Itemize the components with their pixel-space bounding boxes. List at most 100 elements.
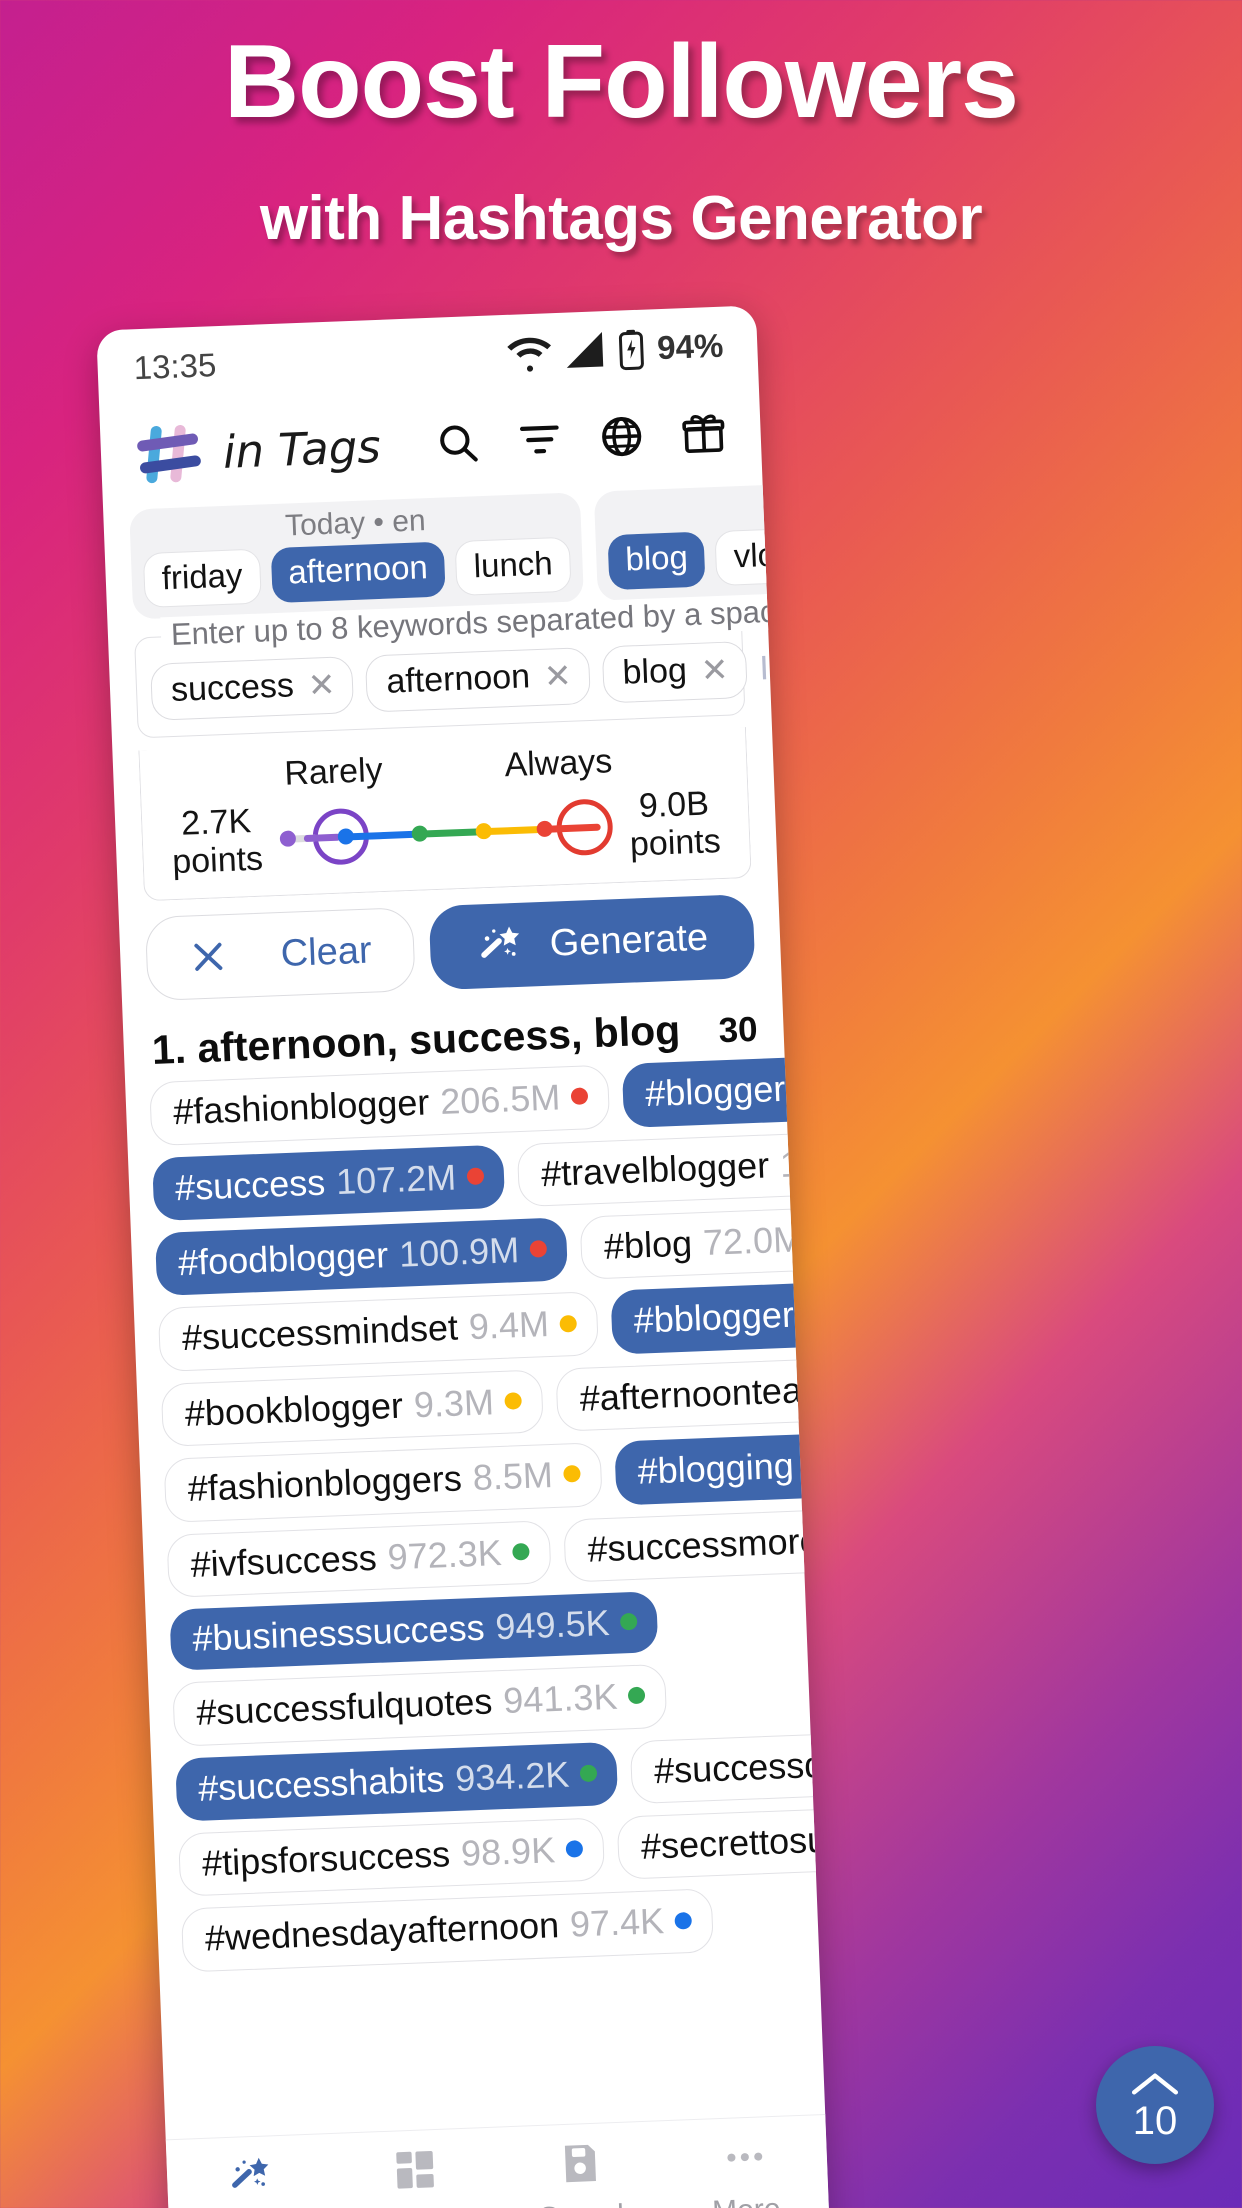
suggestion-chip[interactable]: lunch — [454, 536, 572, 596]
hashtag-label: #blogging — [636, 1444, 795, 1492]
chevron-up-icon — [1131, 2073, 1179, 2095]
popularity-dot — [579, 1764, 598, 1783]
globe-icon[interactable] — [598, 413, 646, 461]
hashtag-chip[interactable]: #afternoontea 8.6M — [555, 1353, 831, 1432]
keyword-tag[interactable]: afternoon ✕ — [365, 647, 591, 713]
suggestion-chip[interactable]: blog — [607, 531, 706, 591]
keyword-tag[interactable]: blog ✕ — [601, 640, 748, 704]
search-icon[interactable] — [434, 419, 482, 467]
hashtag-chip[interactable]: #blogging 8.2M — [614, 1429, 831, 1506]
hashtag-chip[interactable]: #fashionblogger 206.5M — [149, 1064, 611, 1146]
slider-right-points-value: 9.0B — [638, 784, 710, 826]
hashtag-chip[interactable]: #wednesdayafternoon 97.4K — [180, 1888, 715, 1973]
keyword-tag-row: success ✕ afternoon ✕ blog ✕ Input here — [150, 640, 831, 721]
hashtag-chip[interactable]: #successmore 958.6K — [563, 1502, 831, 1583]
hashtag-chip[interactable]: #fashionbloggers 8.5M — [163, 1442, 603, 1523]
hashtag-row: #wednesdayafternoon 97.4K — [180, 1886, 795, 1973]
hashtag-label: #blog — [603, 1222, 693, 1267]
keyword-tag-label: afternoon — [385, 657, 531, 701]
magic-wand-icon — [226, 2152, 274, 2205]
hashtag-row: #success 107.2M #travelblogger 102.8M — [152, 1127, 831, 1222]
slider-right-points-unit: points — [629, 822, 722, 864]
keyword-tag[interactable]: success ✕ — [150, 656, 355, 721]
popularity-dot — [466, 1167, 485, 1185]
hashtag-list: #fashionblogger 206.5M #blogger 161.9M #succ… — [149, 1051, 831, 1973]
slider-track[interactable] — [275, 789, 616, 876]
keyword-remove-icon[interactable]: ✕ — [543, 657, 572, 695]
hashtag-count: 100.9M — [398, 1229, 520, 1275]
popularity-slider-card[interactable]: Rarely Always 2.7K points 9.0B points — [138, 727, 752, 902]
status-time: 13:35 — [132, 346, 217, 387]
hashtag-label: #businesssuccess — [191, 1606, 486, 1659]
hashtag-count: 9.3M — [413, 1380, 495, 1425]
suggestion-chip[interactable]: vine — [822, 523, 831, 582]
keyword-remove-icon[interactable]: ✕ — [307, 666, 336, 704]
gift-icon[interactable] — [680, 410, 728, 458]
nav-item-label: Category — [355, 2204, 478, 2208]
more-dots-icon — [720, 2133, 768, 2186]
wifi-icon — [507, 337, 551, 372]
nav-item-label: Saved — [538, 2199, 624, 2208]
hashtag-row: #bookblogger 9.3M #afternoontea 8.6M — [160, 1353, 831, 1448]
popularity-dot — [565, 1840, 584, 1858]
slider-tick-dot — [411, 825, 429, 842]
hashtag-chip[interactable]: #bblogger 9.4M — [610, 1278, 831, 1355]
hashtag-chip[interactable]: #ivfsuccess 972.3K — [166, 1519, 552, 1598]
hashtag-row: #successmindset 9.4M #bblogger 9.4M — [157, 1278, 831, 1372]
hashtag-label: #tipsforsuccess — [201, 1833, 451, 1884]
hero-subtitle: with Hashtags Generator — [259, 184, 983, 254]
clear-button[interactable]: Clear — [144, 907, 416, 1002]
nav-item-label: More — [712, 2193, 782, 2208]
nav-item-generator[interactable]: Generator — [166, 2150, 334, 2208]
hashtag-chip[interactable]: #successhabits 934.2K — [175, 1741, 619, 1822]
keyword-input-card[interactable]: Enter up to 8 keywords separated by a sp… — [134, 592, 831, 739]
hashtag-label: #wednesdayafternoon — [204, 1904, 560, 1960]
phone-mockup: 13:35 94% in Tags Today • en friday afte… — [96, 305, 831, 2208]
keyword-tag-label: success — [170, 666, 295, 710]
popularity-dot — [813, 1229, 831, 1247]
action-row: Clear Generate — [144, 894, 756, 1002]
generate-button-label: Generate — [548, 916, 709, 965]
hashtag-chip[interactable]: #tipsforsuccess 98.9K — [178, 1817, 606, 1898]
scroll-to-top-fab[interactable]: 10 — [1096, 2046, 1214, 2164]
hashtag-count: 107.2M — [335, 1156, 457, 1202]
bottom-navigation: Generator Category Saved More — [165, 2113, 831, 2208]
keyword-input-placeholder[interactable]: Input here — [759, 644, 831, 689]
hashtag-label: #fashionblogger — [172, 1081, 431, 1133]
slider-left-label: Rarely — [283, 751, 384, 793]
suggestion-chip[interactable]: afternoon — [270, 541, 446, 604]
hashtag-count: 98.9K — [460, 1829, 556, 1874]
hashtag-count: 941.3K — [502, 1675, 619, 1722]
hashtag-label: #foodblogger — [177, 1234, 389, 1284]
hashtag-chip[interactable]: #successdiaries932.7K — [630, 1723, 831, 1805]
nav-item-saved[interactable]: Saved — [496, 2137, 664, 2208]
clear-button-label: Clear — [279, 929, 373, 975]
hashtag-label: #successhabits — [197, 1758, 446, 1809]
hashtag-chip[interactable]: #successfulquotes 941.3K — [172, 1664, 668, 1747]
hashtag-chip[interactable]: #success 107.2M — [152, 1144, 506, 1222]
generate-button[interactable]: Generate — [428, 894, 756, 991]
suggestion-chip[interactable]: vlog — [714, 527, 814, 586]
nav-item-category[interactable]: Category — [331, 2144, 499, 2208]
slider-left-points-unit: points — [171, 839, 264, 882]
hashtag-chip[interactable]: #bookblogger 9.3M — [160, 1369, 545, 1448]
hashtag-chip[interactable]: #businesssuccess 949.5K — [169, 1590, 659, 1672]
hashtag-chip[interactable]: #successmindset 9.4M — [157, 1291, 600, 1372]
nav-item-more[interactable]: More — [661, 2131, 829, 2208]
hashtag-label: #secrettosuccess — [640, 1815, 831, 1867]
hashtag-count: 161.9M — [795, 1062, 831, 1109]
popularity-dot — [620, 1612, 638, 1631]
suggestion-chip[interactable]: friday — [142, 548, 262, 608]
hashtag-chip[interactable]: #blogger 161.9M — [622, 1051, 831, 1128]
hashtag-count: 206.5M — [439, 1076, 562, 1123]
hashtag-label: #bookblogger — [184, 1384, 404, 1434]
keyword-remove-icon[interactable]: ✕ — [700, 651, 729, 689]
filter-icon[interactable] — [516, 416, 564, 464]
hashtag-chip[interactable]: #foodblogger 100.9M — [154, 1217, 569, 1297]
hero-title: Boost Followers — [224, 24, 1019, 140]
suggestion-strip: Today • en friday afternoon lunch — [129, 492, 585, 620]
slider-left-points: 2.7K points — [158, 801, 277, 882]
hashtag-chip[interactable]: #blog 72.0M — [579, 1206, 831, 1281]
hashtag-chip[interactable]: #travelblogger 102.8M — [516, 1127, 831, 1208]
hashtag-chip[interactable]: #secrettosuccess97.6K — [616, 1799, 831, 1881]
